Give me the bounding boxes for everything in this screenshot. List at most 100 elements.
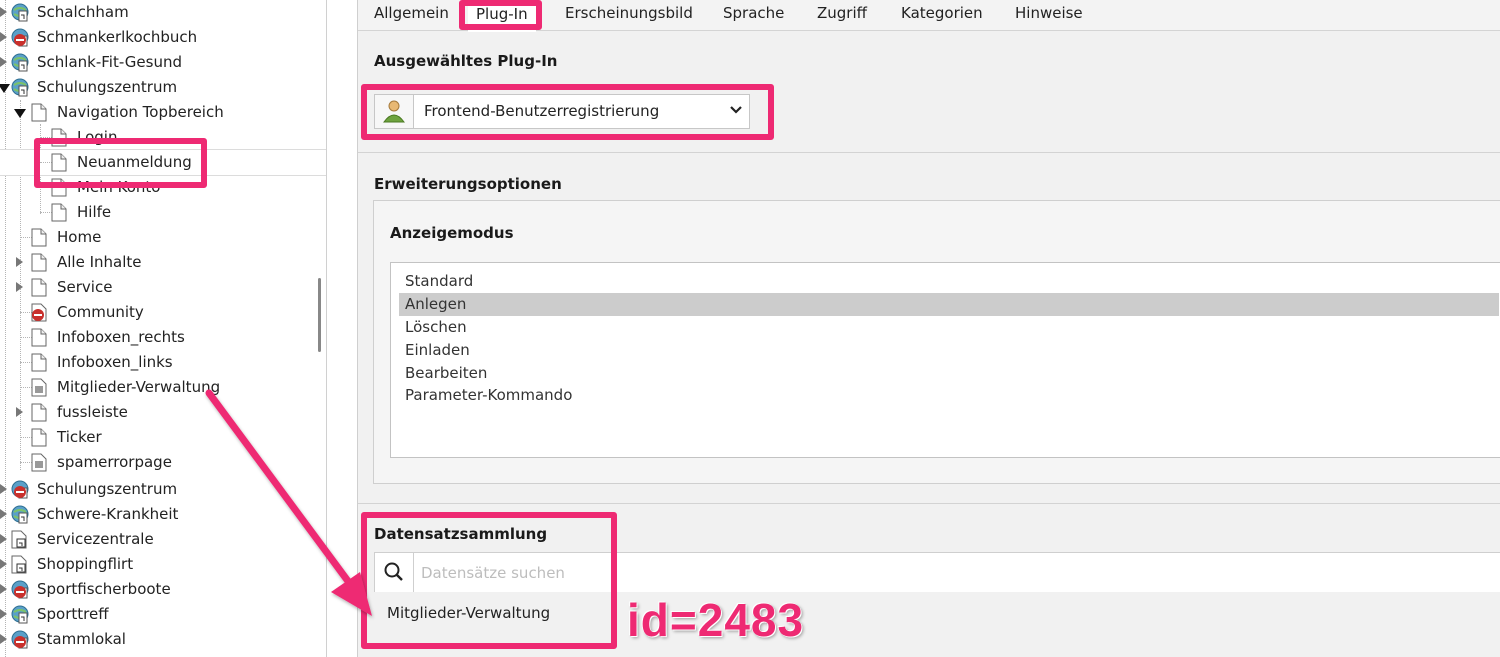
annotation-id-label: id=2483 xyxy=(627,594,805,646)
tree-item-label: Schalchham xyxy=(37,3,129,21)
tree-item-schmankerlkochbuch[interactable]: Schmankerlkochbuch xyxy=(0,25,326,50)
tree-item-sportfischerboote[interactable]: Sportfischerboote xyxy=(0,577,326,602)
expand-arrow-icon[interactable] xyxy=(0,534,7,544)
globe-page-disabled-icon xyxy=(11,630,29,649)
tree-item-mitglieder-verwaltung[interactable]: Mitglieder-Verwaltung xyxy=(0,375,326,400)
globe-page-icon xyxy=(11,78,29,97)
option-parameter-kommando[interactable]: Parameter-Kommando xyxy=(399,384,1499,407)
tab-sprache[interactable]: Sprache xyxy=(723,4,784,22)
globe-page-icon xyxy=(11,505,29,524)
tab-zugriff[interactable]: Zugriff xyxy=(817,4,867,22)
search-icon[interactable] xyxy=(375,553,414,593)
tree-item-service[interactable]: Service xyxy=(0,275,326,300)
tree-item-servicezentrale[interactable]: Servicezentrale xyxy=(0,527,326,552)
page-icon xyxy=(51,203,69,222)
link-page-icon xyxy=(11,555,29,574)
tree-item-alle-inhalte[interactable]: Alle Inhalte xyxy=(0,250,326,275)
display-mode-list[interactable]: Standard Anlegen Löschen Einladen Bearbe… xyxy=(390,262,1500,458)
tab-hinweise[interactable]: Hinweise xyxy=(1015,4,1083,22)
tree-item-schlank-fit-gesund[interactable]: Schlank-Fit-Gesund xyxy=(0,50,326,75)
tree-item-label: Stammlokal xyxy=(37,630,126,648)
expand-arrow-icon[interactable] xyxy=(0,634,7,644)
plugin-select[interactable]: Frontend-Benutzerregistrierung xyxy=(374,94,750,129)
tree-item-label: Alle Inhalte xyxy=(57,253,142,271)
option-loeschen[interactable]: Löschen xyxy=(399,316,1499,339)
tree-item-infoboxen-rechts[interactable]: Infoboxen_rechts xyxy=(0,325,326,350)
globe-page-disabled-icon xyxy=(11,580,29,599)
record-item[interactable]: Mitglieder-Verwaltung xyxy=(387,604,550,622)
expand-arrow-icon[interactable] xyxy=(0,559,7,569)
expand-arrow-icon[interactable] xyxy=(0,484,7,494)
expand-arrow-icon[interactable] xyxy=(0,609,7,619)
page-disabled-icon xyxy=(31,303,49,322)
tree-item-sporttreff[interactable]: Sporttreff xyxy=(0,602,326,627)
tree-item-mein-konto[interactable]: Mein Konto xyxy=(0,175,326,200)
expand-arrow-icon[interactable] xyxy=(0,584,7,594)
expand-arrow-icon[interactable] xyxy=(16,407,23,417)
collapse-arrow-icon[interactable] xyxy=(14,109,26,118)
tree-item-label: Schmankerlkochbuch xyxy=(37,28,198,46)
tree-item-label: Sporttreff xyxy=(37,605,109,623)
tree-item-stammlokal[interactable]: Stammlokal xyxy=(0,627,326,652)
tree-item-navigation-topbereich[interactable]: Navigation Topbereich xyxy=(0,100,326,125)
section-divider xyxy=(358,152,1500,153)
records-search-input[interactable] xyxy=(419,561,923,585)
globe-page-icon xyxy=(11,3,29,22)
tree-item-label: Mein Konto xyxy=(77,178,161,196)
globe-page-disabled-icon xyxy=(11,28,29,47)
tree-item-community[interactable]: Community xyxy=(0,300,326,325)
tree-item-label: Shoppingflirt xyxy=(37,555,134,573)
page-icon xyxy=(31,103,49,122)
option-einladen[interactable]: Einladen xyxy=(399,339,1499,362)
plugin-select-value: Frontend-Benutzerregistrierung xyxy=(424,102,660,120)
globe-page-disabled-icon xyxy=(11,480,29,499)
option-anlegen[interactable]: Anlegen xyxy=(399,293,1499,316)
tree-item-label: Schlank-Fit-Gesund xyxy=(37,53,182,71)
page-icon xyxy=(31,328,49,347)
tree-item-infoboxen-links[interactable]: Infoboxen_links xyxy=(0,350,326,375)
tree-scrollbar[interactable] xyxy=(318,278,321,352)
expand-arrow-icon[interactable] xyxy=(16,257,23,267)
page-icon xyxy=(31,403,49,422)
page-icon xyxy=(31,428,49,447)
globe-page-icon xyxy=(11,53,29,72)
tree-item-schulungszentrum-2[interactable]: Schulungszentrum xyxy=(0,477,326,502)
tree-item-label: Infoboxen_rechts xyxy=(57,328,185,346)
tree-item-spamerrorpage[interactable]: spamerrorpage xyxy=(0,450,326,475)
tree-item-schwere-krankheit[interactable]: Schwere-Krankheit xyxy=(0,502,326,527)
tree-item-label: Infoboxen_links xyxy=(57,353,173,371)
tree-item-ticker[interactable]: Ticker xyxy=(0,425,326,450)
tree-item-hilfe[interactable]: Hilfe xyxy=(0,200,326,225)
option-bearbeiten[interactable]: Bearbeiten xyxy=(399,362,1499,385)
expand-arrow-icon[interactable] xyxy=(0,57,7,67)
expand-arrow-icon[interactable] xyxy=(0,509,7,519)
records-section-title: Datensatzsammlung xyxy=(374,525,548,543)
collapse-arrow-icon[interactable] xyxy=(0,84,10,93)
expand-arrow-icon[interactable] xyxy=(0,7,7,17)
tree-item-home[interactable]: Home xyxy=(0,225,326,250)
tree-item-schulungszentrum[interactable]: Schulungszentrum xyxy=(0,75,326,100)
tab-kategorien[interactable]: Kategorien xyxy=(901,4,983,22)
tree-item-label: Servicezentrale xyxy=(37,530,154,548)
option-standard[interactable]: Standard xyxy=(399,270,1499,293)
tree-item-fussleiste[interactable]: fussleiste xyxy=(0,400,326,425)
splitter[interactable] xyxy=(327,0,357,657)
tree-item-label: Home xyxy=(57,228,102,246)
tree-item-shoppingflirt[interactable]: Shoppingflirt xyxy=(0,552,326,577)
tree-item-label: Mitglieder-Verwaltung xyxy=(57,378,221,396)
page-icon xyxy=(31,228,49,247)
tree-item-schalchham[interactable]: Schalchham xyxy=(0,0,326,25)
expand-arrow-icon[interactable] xyxy=(0,32,7,42)
tab-plug-in[interactable]: Plug-In xyxy=(468,0,536,32)
content-edit-panel: Allgemein Plug-In Erscheinungsbild Sprac… xyxy=(357,0,1500,657)
tab-allgemein[interactable]: Allgemein xyxy=(374,4,449,22)
tab-bar: Allgemein Plug-In Erscheinungsbild Sprac… xyxy=(358,0,1500,32)
tree-item-neuanmeldung[interactable]: Neuanmeldung xyxy=(0,149,326,176)
plugin-section-title: Ausgewähltes Plug-In xyxy=(374,52,558,70)
page-icon xyxy=(51,178,69,197)
tree-item-label: Login xyxy=(77,128,118,146)
tree-item-login[interactable]: Login xyxy=(0,125,326,150)
tree-item-label: Schulungszentrum xyxy=(37,480,178,498)
tab-erscheinungsbild[interactable]: Erscheinungsbild xyxy=(565,4,693,22)
expand-arrow-icon[interactable] xyxy=(16,282,23,292)
